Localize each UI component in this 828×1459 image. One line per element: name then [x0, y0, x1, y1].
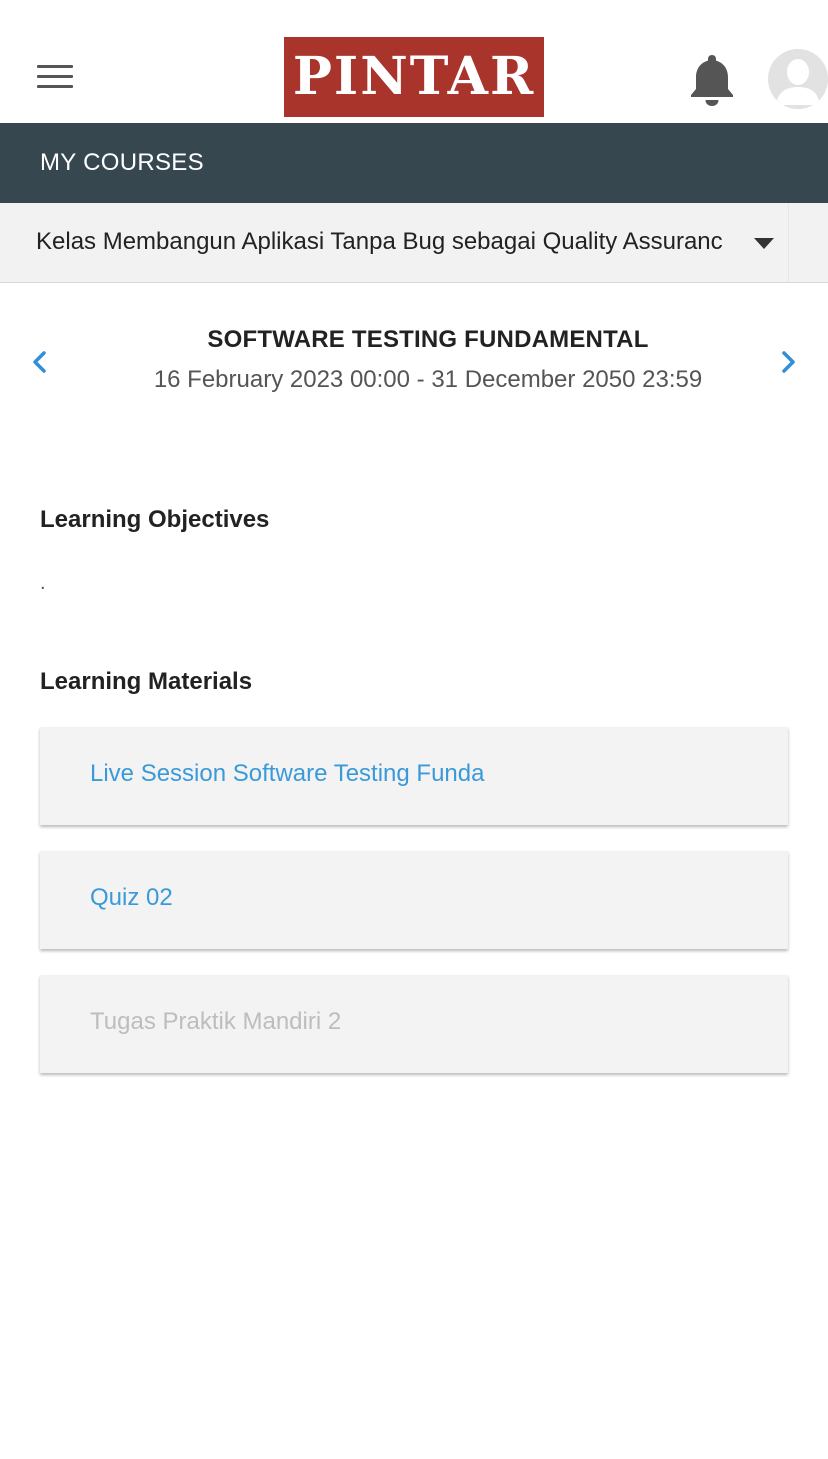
learning-materials-heading: Learning Materials [40, 668, 253, 695]
pintar-logo[interactable]: PINTAR [284, 37, 544, 117]
session-dates: 16 February 2023 00:00 - 31 December 205… [153, 366, 703, 393]
material-item-label: Tugas Praktik Mandiri 2 [90, 1008, 342, 1035]
my-courses-title: MY COURSES [40, 149, 204, 176]
chevron-left-icon[interactable] [20, 342, 60, 382]
learning-objectives-text: . [40, 572, 46, 594]
menu-line [37, 75, 73, 78]
session-title: SOFTWARE TESTING FUNDAMENTAL [207, 326, 649, 353]
top-app-bar: PINTAR [0, 0, 828, 123]
material-item-quiz[interactable]: Quiz 02 [40, 851, 788, 949]
chevron-right-icon[interactable] [768, 342, 808, 382]
hamburger-menu-icon[interactable] [30, 56, 80, 98]
class-select-dropdown[interactable]: Kelas Membangun Aplikasi Tanpa Bug sebag… [0, 203, 828, 283]
logo-text: PINTAR [292, 46, 536, 107]
session-header: SOFTWARE TESTING FUNDAMENTAL 16 February… [0, 300, 828, 430]
my-courses-bar: MY COURSES [0, 123, 828, 203]
menu-line [37, 65, 73, 68]
material-item-assignment: Tugas Praktik Mandiri 2 [40, 975, 788, 1073]
material-item-live-session[interactable]: Live Session Software Testing Funda [40, 727, 788, 825]
bell-icon[interactable] [686, 52, 738, 108]
learning-objectives-heading: Learning Objectives [40, 506, 270, 533]
class-select-value: Kelas Membangun Aplikasi Tanpa Bug sebag… [36, 228, 723, 255]
material-item-label[interactable]: Live Session Software Testing Funda [90, 760, 484, 788]
user-avatar-icon[interactable] [768, 49, 828, 109]
caret-down-icon [754, 238, 774, 249]
menu-line [37, 85, 73, 88]
material-item-label[interactable]: Quiz 02 [90, 884, 173, 912]
select-divider [788, 203, 789, 282]
